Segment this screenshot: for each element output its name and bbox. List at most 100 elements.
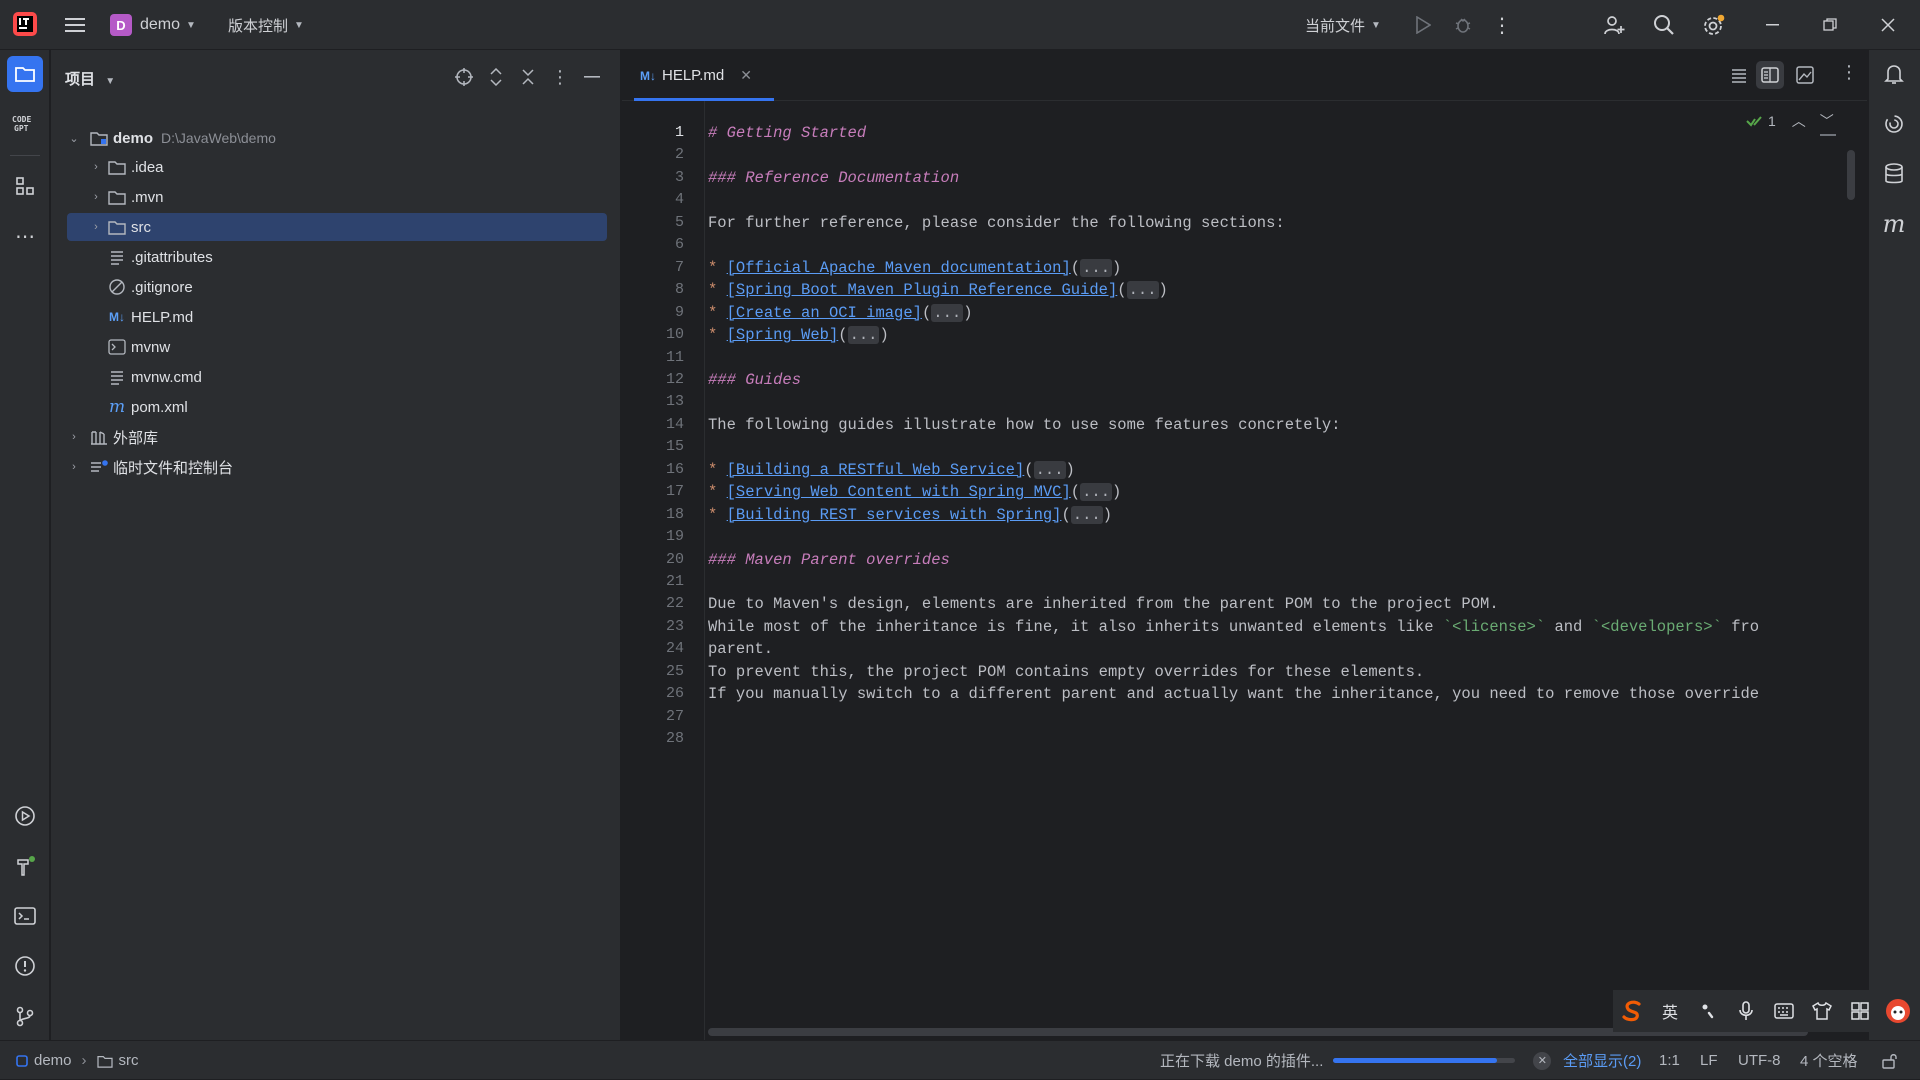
build-tool-button[interactable] [7, 848, 43, 884]
editor-only-view-button[interactable] [1730, 66, 1748, 84]
database-button[interactable] [1876, 156, 1912, 192]
tree-item-gitattributes[interactable]: .gitattributes [67, 243, 607, 271]
collapse-all-button[interactable] [517, 66, 539, 88]
locate-file-button[interactable] [453, 66, 475, 88]
read-only-toggle[interactable] [1882, 1041, 1898, 1080]
ime-avatar-icon[interactable] [1879, 998, 1917, 1024]
gutter-divider [704, 101, 705, 1040]
vertical-scrollbar[interactable] [1847, 150, 1855, 200]
debug-button[interactable] [1448, 7, 1478, 43]
sogou-logo-icon[interactable] [1613, 999, 1651, 1023]
codegpt-tool-button[interactable]: CODE GPT [7, 106, 43, 142]
chevron-right-icon[interactable]: › [67, 461, 81, 473]
ime-language-toggle[interactable]: 英 [1651, 999, 1689, 1023]
tree-item-idea[interactable]: › .idea [67, 153, 607, 181]
breadcrumb-project[interactable]: demo [34, 1052, 72, 1069]
code-line: parent. [708, 640, 774, 659]
line-separator[interactable]: LF [1700, 1041, 1718, 1080]
more-actions-button[interactable]: ⋮ [1490, 7, 1514, 43]
search-button[interactable] [1648, 7, 1680, 43]
line-number: 11 [665, 348, 684, 366]
line-number-gutter: 1 2 3 4 5 6 7 8 9 10 11 12 13 14 15 16 17 18 19 20 21 22 23 24 2… [622, 101, 704, 1040]
file-encoding[interactable]: UTF-8 [1738, 1041, 1781, 1080]
svg-text:GPT: GPT [14, 124, 29, 133]
close-window-button[interactable] [1870, 7, 1906, 43]
tree-item-demo[interactable]: ⌄ demo D:\JavaWeb\demo [67, 124, 607, 152]
background-task: 正在下载 demo 的插件... ✕ [1160, 1041, 1552, 1080]
line-number: 25 [665, 662, 684, 680]
structure-tool-button[interactable] [7, 168, 43, 204]
codegpt-icon: CODEGPT [12, 115, 31, 133]
cancel-task-icon[interactable]: ✕ [1533, 1051, 1552, 1070]
minimize-button[interactable] [1755, 7, 1791, 43]
editor-options-button[interactable]: ⋮ [1840, 62, 1858, 83]
skin-icon[interactable] [1803, 1002, 1841, 1020]
run-config-label: 当前文件 [1305, 17, 1366, 35]
close-tab-icon[interactable]: ✕ [740, 67, 752, 84]
tree-item-src[interactable]: › src [67, 213, 607, 241]
services-tool-button[interactable] [7, 798, 43, 834]
split-view-button[interactable] [1756, 61, 1784, 89]
main-menu-button[interactable] [60, 7, 90, 43]
hide-panel-button[interactable] [581, 66, 603, 88]
tree-item-mvn[interactable]: › .mvn [67, 183, 607, 211]
line-number: 19 [665, 528, 684, 546]
terminal-tool-button[interactable] [7, 898, 43, 934]
chevron-right-icon: › [81, 1052, 87, 1069]
toolbox-icon[interactable] [1841, 1002, 1879, 1020]
notifications-button[interactable] [1876, 56, 1912, 92]
chevron-right-icon[interactable]: › [89, 161, 103, 173]
chevron-right-icon[interactable]: › [89, 221, 103, 233]
restore-icon [1823, 18, 1837, 31]
chevron-right-icon[interactable]: › [67, 431, 81, 443]
markdown-icon: M↓ [109, 310, 125, 324]
breadcrumb-folder[interactable]: src [119, 1052, 139, 1069]
tree-item-scratches[interactable]: › 临时文件和控制台 [67, 453, 607, 481]
line-number: 6 [674, 236, 684, 254]
breadcrumb: demo › src [16, 1041, 139, 1080]
chevron-down-icon[interactable]: ⌄ [67, 132, 81, 145]
progress-text[interactable]: 正在下载 demo 的插件... [1160, 1050, 1323, 1071]
line-number: 20 [665, 550, 684, 568]
vcs-menu[interactable]: 版本控制 ▼ [228, 7, 304, 43]
restore-button[interactable] [1812, 7, 1848, 43]
line-number: 27 [665, 707, 684, 725]
maven-tool-button[interactable]: m [1876, 206, 1912, 242]
expand-all-button[interactable] [485, 66, 507, 88]
add-user-button[interactable] [1598, 7, 1630, 43]
tree-item-mvnw[interactable]: mvnw [67, 333, 607, 361]
problems-tool-button[interactable] [7, 948, 43, 984]
caret-position[interactable]: 1:1 [1659, 1041, 1680, 1080]
git-tool-button[interactable] [7, 998, 43, 1034]
project-panel-header[interactable]: 项目 ▼ [65, 68, 115, 89]
tree-item-help-md[interactable]: M↓ HELP.md [67, 303, 607, 331]
ai-assistant-button[interactable] [1876, 106, 1912, 142]
project-switcher[interactable]: D demo ▼ [110, 7, 196, 43]
status-bar: demo › src 正在下载 demo 的插件... ✕ 全部显示(2) 1:… [0, 1040, 1920, 1079]
project-badge: D [110, 14, 132, 36]
settings-button[interactable] [1698, 7, 1730, 43]
ime-toolbar: 英 [1613, 990, 1920, 1032]
code-line: ### Maven Parent overrides [708, 550, 950, 569]
tree-item-external-libraries[interactable]: › 外部库 [67, 423, 607, 451]
project-tool-button[interactable] [7, 56, 43, 92]
unlock-icon [1882, 1053, 1897, 1069]
tab-help-md[interactable]: M↓ HELP.md ✕ [634, 50, 774, 101]
show-all-tasks-link[interactable]: 全部显示(2) [1563, 1041, 1641, 1080]
line-number: 26 [665, 685, 684, 703]
panel-options-button[interactable]: ⋮ [549, 66, 571, 88]
tree-item-label: mvnw [131, 338, 171, 356]
preview-only-button[interactable] [1795, 65, 1815, 85]
run-button[interactable] [1408, 7, 1438, 43]
tree-item-pom-xml[interactable]: m pom.xml [67, 393, 607, 421]
chevron-right-icon[interactable]: › [89, 191, 103, 203]
microphone-icon[interactable] [1727, 1001, 1765, 1021]
keyboard-icon[interactable] [1765, 1003, 1803, 1019]
code-area[interactable]: # Getting Started ### Reference Documenta… [708, 101, 1828, 1001]
tree-item-mvnw-cmd[interactable]: mvnw.cmd [67, 363, 607, 391]
run-config-selector[interactable]: 当前文件 ▼ [1305, 7, 1381, 43]
punctuation-icon[interactable] [1689, 1002, 1727, 1020]
indent-setting[interactable]: 4 个空格 [1800, 1041, 1858, 1080]
more-tools-button[interactable]: ⋯ [7, 218, 43, 254]
tree-item-gitignore[interactable]: .gitignore [67, 273, 607, 301]
